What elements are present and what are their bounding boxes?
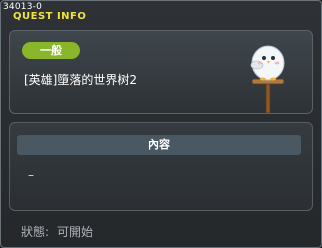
quest-name: [英雄]墮落的世界树2: [24, 73, 137, 87]
status-label: 狀態:: [21, 225, 50, 239]
quest-content-panel: 內容 –: [9, 122, 313, 211]
window-title: QUEST INFO: [13, 11, 87, 22]
quest-info-window: 34013-0 QUEST INFO 一般 [英雄]墮落的世界树2 內容 – 狀…: [0, 0, 322, 248]
content-body: –: [28, 168, 34, 182]
quest-status: 狀態: 可開始: [21, 223, 93, 240]
content-header: 內容: [17, 135, 301, 155]
status-value: 可開始: [57, 225, 94, 239]
quest-summary-panel: 一般 [英雄]墮落的世界树2: [9, 30, 313, 114]
quest-type-badge: 一般: [22, 42, 80, 59]
white-bird-on-signpost-icon: [250, 45, 285, 113]
